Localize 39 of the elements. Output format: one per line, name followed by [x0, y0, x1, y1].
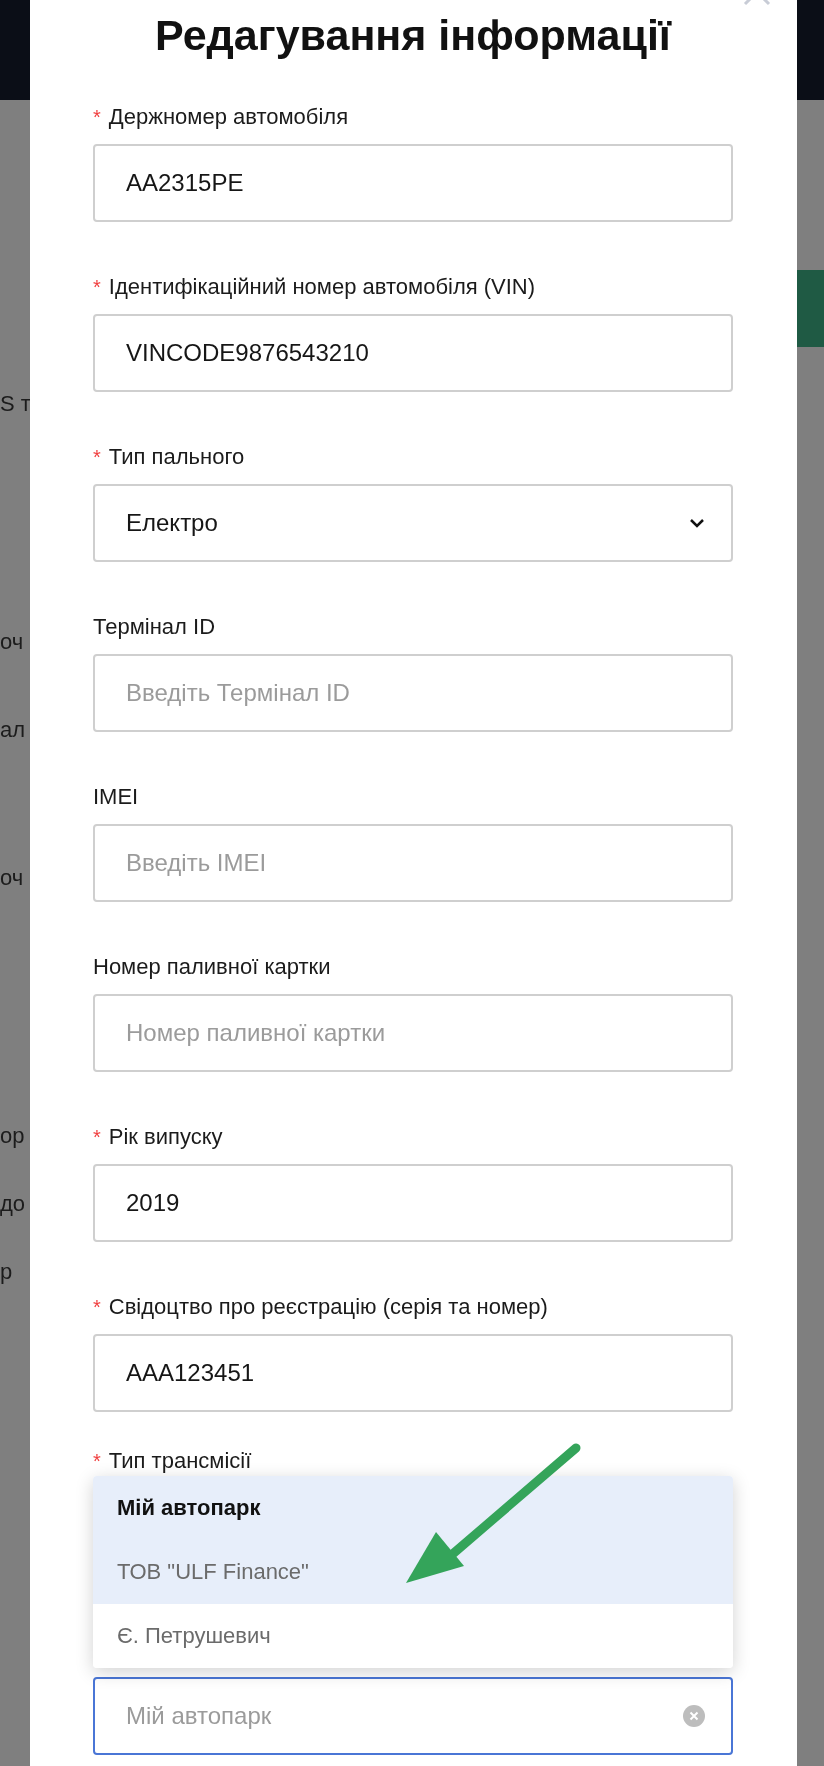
- input-field[interactable]: VINCODE9876543210: [93, 314, 733, 392]
- fleet-field[interactable]: Мій автопарк: [93, 1677, 733, 1755]
- field-label: Номер паливної картки: [93, 954, 331, 980]
- background-text: оч: [0, 628, 24, 656]
- field-label: Термінал ID: [93, 614, 216, 640]
- field-label: Свідоцтво про реєстрацію (серія та номер): [108, 1294, 548, 1320]
- input-field[interactable]: Введіть IMEI: [93, 824, 733, 902]
- input-field[interactable]: 2019: [93, 1164, 733, 1242]
- required-mark: *: [93, 1295, 101, 1319]
- field-label: IMEI: [93, 784, 139, 810]
- field-label: Ідентифікаційний номер автомобіля (VIN): [108, 274, 536, 300]
- background-text: ор: [0, 1122, 25, 1150]
- clear-icon[interactable]: [683, 1705, 705, 1727]
- dropdown-header: Мій автопарк: [93, 1476, 733, 1540]
- action-button[interactable]: [797, 270, 824, 347]
- field-label: Держномер автомобіля: [108, 104, 349, 130]
- required-mark: *: [93, 1449, 101, 1473]
- input-field[interactable]: AAA123451: [93, 1334, 733, 1412]
- required-mark: *: [93, 275, 101, 299]
- chevron-down-icon: [689, 518, 705, 528]
- input-field[interactable]: AA2315PE: [93, 144, 733, 222]
- close-icon[interactable]: [743, 0, 771, 8]
- dropdown-option[interactable]: Є. Петрушевич: [93, 1604, 733, 1668]
- required-mark: *: [93, 445, 101, 469]
- dropdown-option[interactable]: ТОВ "ULF Finance": [93, 1540, 733, 1604]
- background-text: ал: [0, 716, 26, 744]
- field-label: Тип трансмісії: [108, 1448, 252, 1474]
- field-label: Тип пального: [108, 444, 245, 470]
- input-field[interactable]: Введіть Термінал ID: [93, 654, 733, 732]
- required-mark: *: [93, 1125, 101, 1149]
- select-field[interactable]: Електро: [93, 484, 733, 562]
- background-text: оч: [0, 864, 24, 892]
- required-mark: *: [93, 105, 101, 129]
- background-text: р: [0, 1258, 13, 1286]
- background-text: S т: [0, 390, 30, 418]
- background-text: до: [0, 1190, 26, 1218]
- dialog-title: Редагування інформації: [154, 10, 673, 60]
- input-field[interactable]: Номер паливної картки: [93, 994, 733, 1072]
- field-label: Рік випуску: [108, 1124, 223, 1150]
